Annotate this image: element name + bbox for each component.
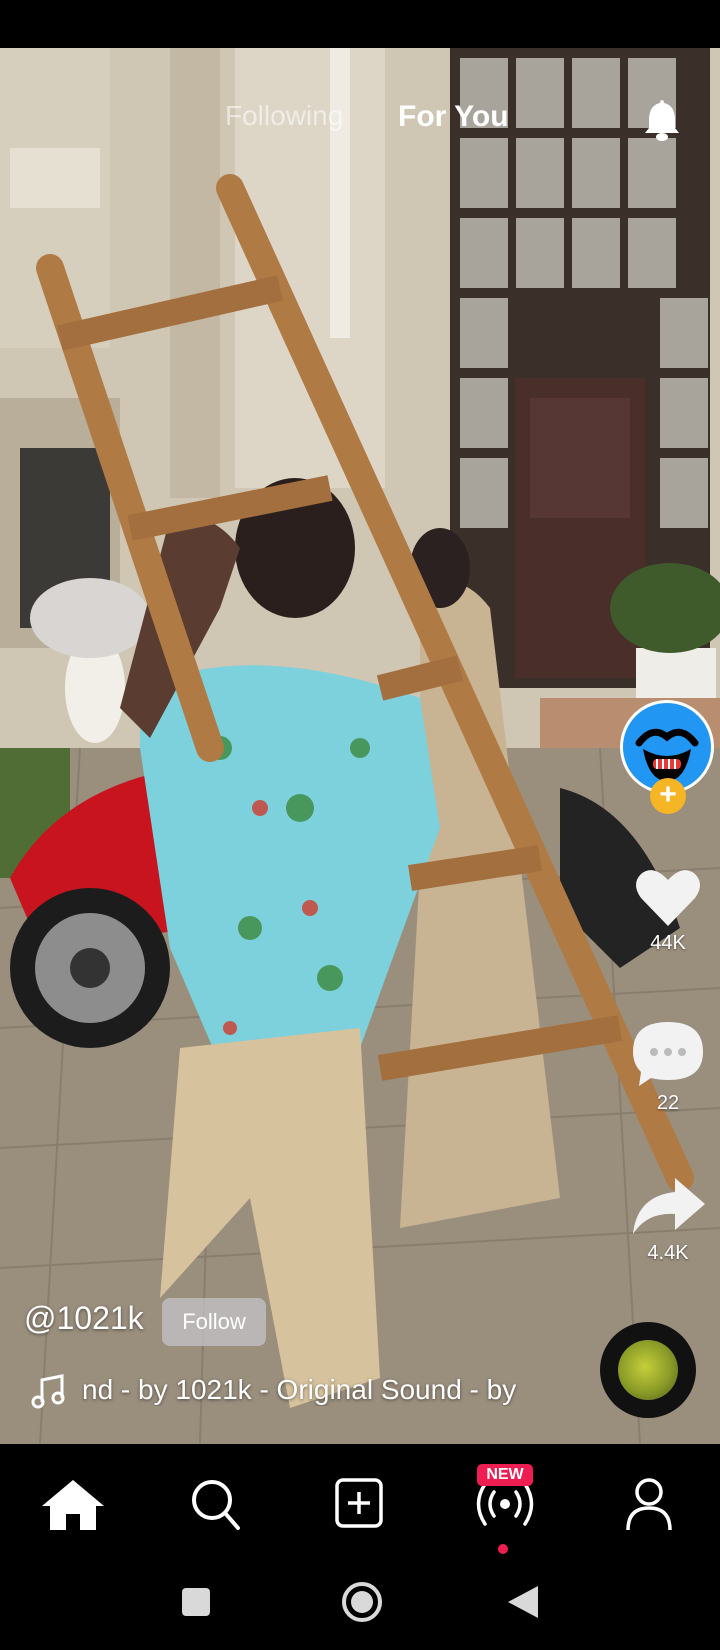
video-frame: [0, 48, 720, 1444]
comment-button[interactable]: 22: [620, 1018, 716, 1115]
status-bar: [0, 0, 720, 48]
share-count: 4.4K: [647, 1242, 689, 1264]
comment-icon: [620, 1018, 716, 1088]
heart-icon: [620, 866, 716, 928]
system-home-icon[interactable]: [340, 1580, 384, 1629]
follow-plus-badge[interactable]: +: [650, 778, 686, 814]
sound-title: nd - by 1021k - Original Sound - by: [82, 1374, 517, 1405]
home-icon[interactable]: [38, 1474, 108, 1534]
recents-icon[interactable]: [180, 1586, 212, 1623]
bell-icon[interactable]: [640, 96, 684, 144]
bottom-nav: NEW: [0, 1444, 720, 1560]
video-player[interactable]: [0, 48, 720, 1444]
create-icon[interactable]: [324, 1474, 394, 1534]
creator-avatar-wrap[interactable]: +: [620, 700, 716, 814]
back-icon[interactable]: [506, 1584, 540, 1625]
like-count: 44K: [650, 932, 686, 954]
sound-row[interactable]: nd - by 1021k - Original Sound - by: [30, 1372, 590, 1412]
like-button[interactable]: 44K: [620, 866, 716, 955]
tab-following[interactable]: Following: [225, 100, 343, 132]
tab-for-you[interactable]: For You: [398, 100, 509, 134]
feed-tabs: Following For You: [0, 96, 720, 141]
comment-count: 22: [656, 1092, 680, 1114]
sound-disc-artwork: [618, 1340, 678, 1400]
sound-disc[interactable]: [600, 1322, 696, 1418]
creator-handle[interactable]: @1021k: [24, 1300, 144, 1337]
new-badge: NEW: [477, 1464, 533, 1486]
share-icon: [620, 1174, 716, 1238]
profile-icon[interactable]: [614, 1474, 684, 1534]
live-notification-dot: [498, 1544, 508, 1554]
share-button[interactable]: 4.4K: [620, 1174, 716, 1265]
follow-button[interactable]: Follow: [162, 1298, 266, 1346]
system-nav-bar: [0, 1560, 720, 1650]
music-note-icon: [30, 1374, 66, 1415]
search-icon[interactable]: [180, 1474, 250, 1534]
